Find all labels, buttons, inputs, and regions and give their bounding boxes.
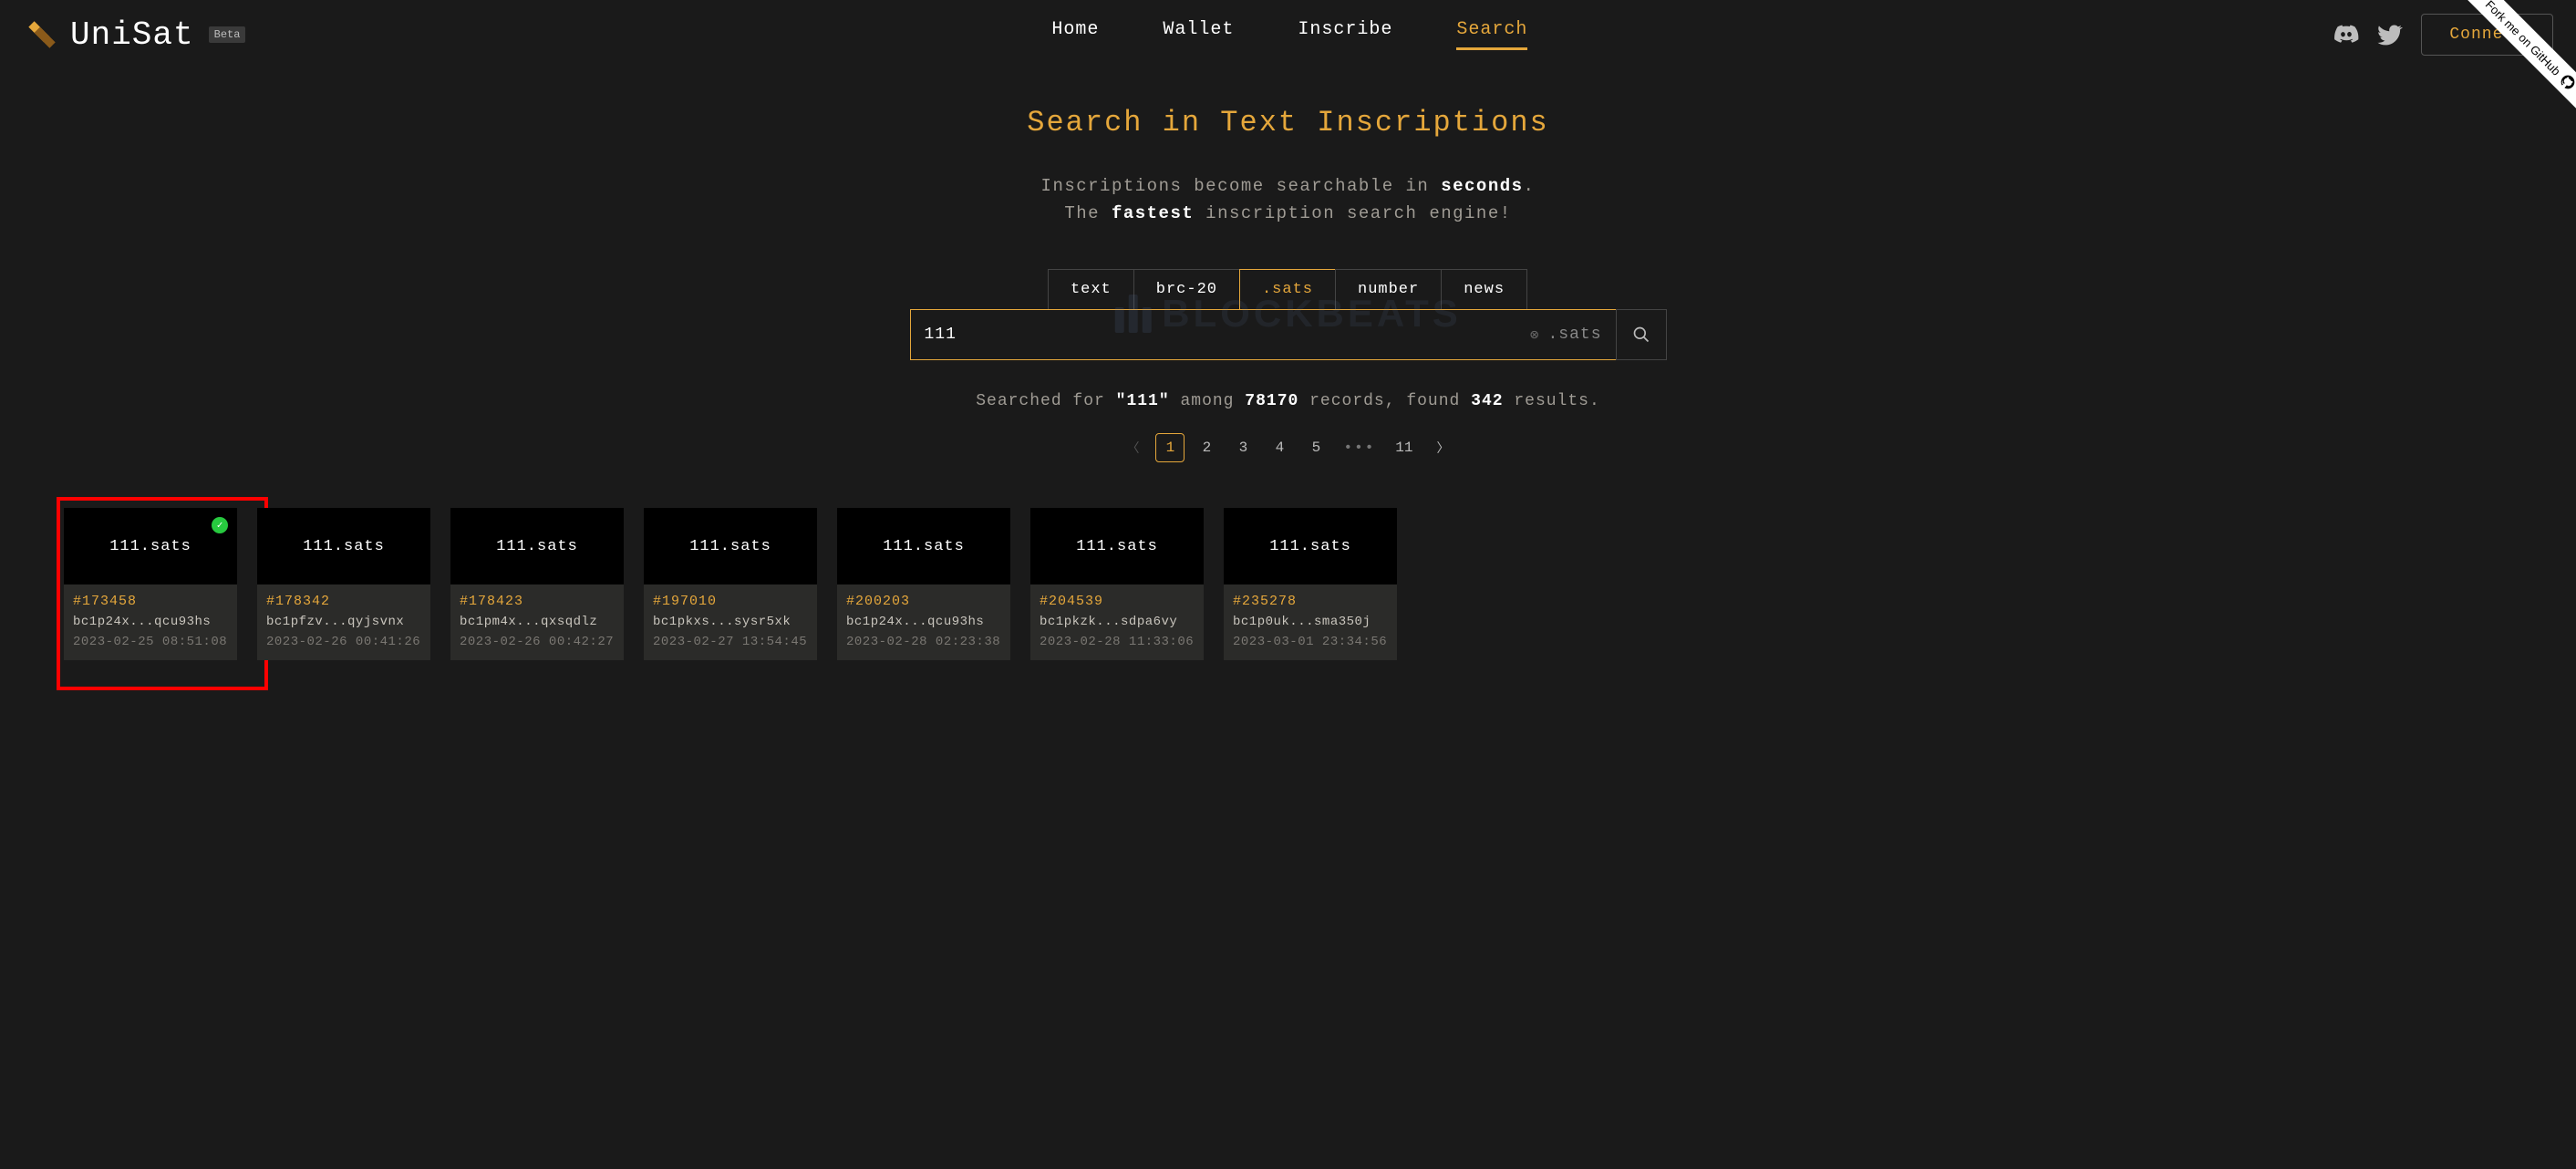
discord-icon[interactable] [2333,22,2359,47]
card-visual: 111.sats ✓ [64,508,237,584]
card-address: bc1pm4x...qxsqdlz [460,615,615,629]
card-meta: #235278 bc1p0uk...sma350j 2023-03-01 23:34… [1224,584,1397,660]
card-id: #235278 [1233,594,1388,609]
subtitle-1: Inscriptions become searchable in second… [18,176,2558,196]
card-meta: #173458 bc1p24x...qcu93hs 2023-02-25 08:51… [64,584,237,660]
page-ellipsis: ••• [1338,440,1381,456]
card-visual: 111.sats [1030,508,1204,584]
card-id: #178423 [460,594,615,609]
pagination: 〈12345 ••• 11 〉 [18,433,2558,462]
card-address: bc1p24x...qcu93hs [73,615,228,629]
tab-text[interactable]: text [1048,269,1134,310]
page-1[interactable]: 1 [1155,433,1185,462]
card-meta: #204539 bc1pkzk...sdpa6vy 2023-02-28 11:33… [1030,584,1204,660]
nav-wallet[interactable]: Wallet [1163,19,1234,50]
card-name: 111.sats [496,538,578,555]
card-name: 111.sats [303,538,385,555]
card-id: #200203 [846,594,1001,609]
nav-search[interactable]: Search [1456,19,1527,50]
card-timestamp: 2023-02-26 00:41:26 [266,635,421,649]
card-visual: 111.sats [1224,508,1397,584]
card-timestamp: 2023-02-25 08:51:08 [73,635,228,649]
main: Search in Text Inscriptions Inscriptions… [0,69,2576,481]
logo-icon [23,16,61,54]
card-id: #204539 [1040,594,1195,609]
main-nav: Home Wallet Inscribe Search [264,19,2315,50]
search-icon [1632,326,1650,344]
page-4[interactable]: 4 [1265,433,1294,462]
card-visual: 111.sats [450,508,624,584]
search-suffix: .sats [1547,326,1601,344]
tab-news[interactable]: news [1441,269,1527,310]
header: UniSat Beta HomeWalletInscribeSearch Con… [0,0,2576,69]
subtitle-2: The fastest inscription search engine! [18,203,2558,223]
card-id: #197010 [653,594,808,609]
tab-brc20[interactable]: brc-20 [1133,269,1240,310]
nav-home[interactable]: Home [1051,19,1099,50]
result-summary: Searched for "111" among 78170 records, … [18,392,2558,410]
card-visual: 111.sats [257,508,430,584]
twitter-icon[interactable] [2377,22,2403,47]
clear-icon[interactable]: ⊗ [1530,326,1539,344]
page-5[interactable]: 5 [1301,433,1330,462]
result-card[interactable]: 111.sats #204539 bc1pkzk...sdpa6vy 2023-02-… [1030,508,1204,660]
result-card[interactable]: 111.sats #200203 bc1p24x...qcu93hs 2023-02-… [837,508,1010,660]
search-tabs: textbrc-20.satsnumbernews [18,269,2558,310]
logo[interactable]: UniSat Beta [23,16,245,54]
page-prev: 〈 [1117,433,1148,462]
tab-number[interactable]: number [1335,269,1442,310]
tab-sats[interactable]: .sats [1239,269,1336,310]
card-address: bc1pkxs...sysr5xk [653,615,808,629]
search-box: ⊗ .sats [910,309,1617,360]
results-grid: 111.sats ✓ #173458 bc1p24x...qcu93hs 2023-02… [0,481,2576,688]
card-name: 111.sats [1269,538,1351,555]
page-11[interactable]: 11 [1388,433,1420,462]
nav-inscribe[interactable]: Inscribe [1298,19,1392,50]
card-timestamp: 2023-02-28 11:33:06 [1040,635,1195,649]
card-visual: 111.sats [837,508,1010,584]
card-meta: #200203 bc1p24x...qcu93hs 2023-02-28 02:23… [837,584,1010,660]
card-address: bc1p0uk...sma350j [1233,615,1388,629]
card-meta: #197010 bc1pkxs...sysr5xk 2023-02-27 13:54… [644,584,817,660]
search-button[interactable] [1616,309,1667,360]
page-2[interactable]: 2 [1192,433,1221,462]
result-card[interactable]: 111.sats #178423 bc1pm4x...qxsqdlz 2023-02-… [450,508,624,660]
result-card[interactable]: 111.sats ✓ #173458 bc1p24x...qcu93hs 2023-02… [64,508,237,660]
brand-name: UniSat [70,16,194,54]
card-name: 111.sats [109,538,191,555]
page-3[interactable]: 3 [1228,433,1257,462]
verified-icon: ✓ [212,517,228,533]
result-card[interactable]: 111.sats #178342 bc1pfzv...qyjsvnx 2023-02-… [257,508,430,660]
card-timestamp: 2023-03-01 23:34:56 [1233,635,1388,649]
card-name: 111.sats [1076,538,1158,555]
card-visual: 111.sats [644,508,817,584]
card-meta: #178342 bc1pfzv...qyjsvnx 2023-02-26 00:41… [257,584,430,660]
page-next[interactable]: 〉 [1428,433,1459,462]
card-id: #173458 [73,594,228,609]
card-id: #178342 [266,594,421,609]
beta-badge: Beta [209,26,246,43]
card-address: bc1p24x...qcu93hs [846,615,1001,629]
page-title: Search in Text Inscriptions [18,106,2558,140]
result-card[interactable]: 111.sats #235278 bc1p0uk...sma350j 2023-03-… [1224,508,1397,660]
result-card[interactable]: 111.sats #197010 bc1pkxs...sysr5xk 2023-02-… [644,508,817,660]
card-address: bc1pkzk...sdpa6vy [1040,615,1195,629]
card-meta: #178423 bc1pm4x...qxsqdlz 2023-02-26 00:42… [450,584,624,660]
card-name: 111.sats [883,538,965,555]
github-icon [2558,72,2576,93]
search-row: ⊗ .sats [18,309,2558,360]
search-input[interactable] [925,326,1530,344]
card-address: bc1pfzv...qyjsvnx [266,615,421,629]
card-timestamp: 2023-02-28 02:23:38 [846,635,1001,649]
card-timestamp: 2023-02-27 13:54:45 [653,635,808,649]
card-timestamp: 2023-02-26 00:42:27 [460,635,615,649]
card-name: 111.sats [689,538,771,555]
